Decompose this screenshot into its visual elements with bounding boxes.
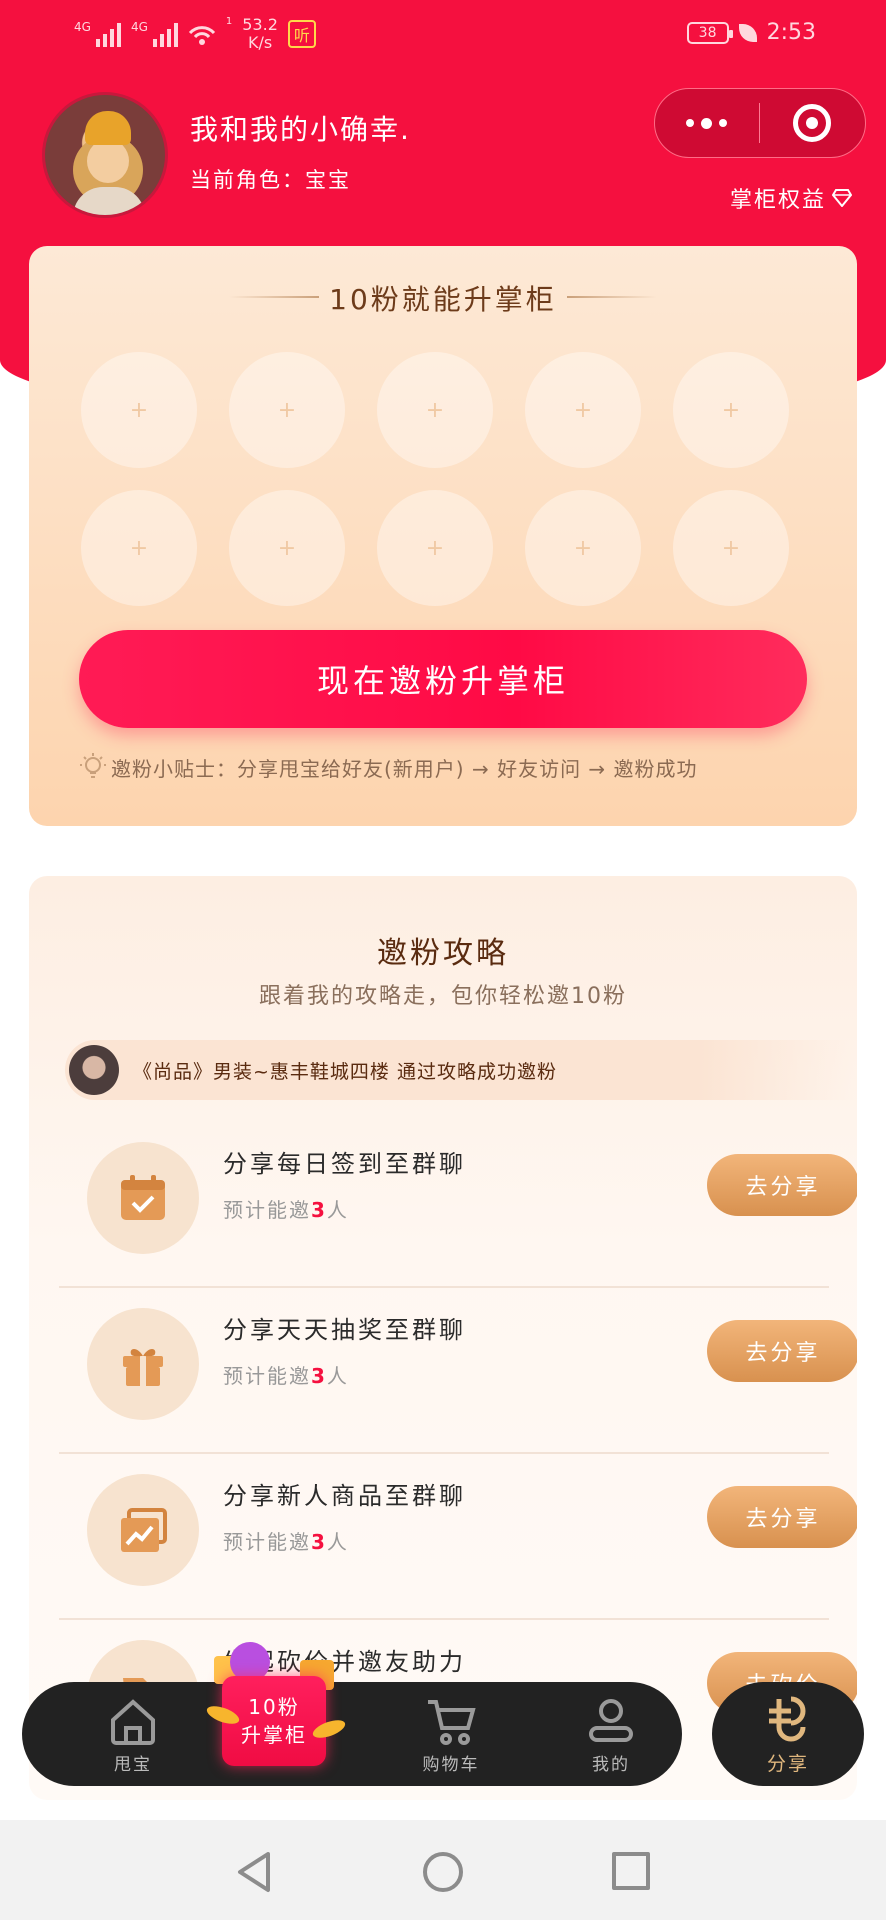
- invite-count: 3: [311, 1364, 327, 1388]
- net-speed: 53.2 K/s: [242, 15, 278, 52]
- fan-slot[interactable]: +: [673, 490, 789, 606]
- diamond-icon: [832, 189, 852, 207]
- fan-slot[interactable]: +: [229, 490, 345, 606]
- promo-line2: 升掌柜: [241, 1723, 307, 1747]
- home-circle-icon[interactable]: [423, 1852, 463, 1892]
- task-desc: 预计能邀3人: [223, 1198, 349, 1222]
- share-fab[interactable]: 分享: [712, 1682, 864, 1786]
- fan-slot[interactable]: +: [525, 352, 641, 468]
- fan-slot[interactable]: +: [377, 352, 493, 468]
- bottom-nav: 甩宝 10粉 升掌柜 购物车 我的: [22, 1642, 682, 1786]
- nav-mine-label: 我的: [592, 1754, 630, 1775]
- wifi-icon: [188, 21, 216, 47]
- invite-count: 3: [311, 1530, 327, 1554]
- share-button[interactable]: 去分享: [707, 1154, 857, 1216]
- invite-card: 10粉就能升掌柜 + + + + + + + + + + 现在邀粉升掌柜 邀粉小…: [29, 246, 857, 826]
- more-icon[interactable]: [655, 89, 759, 157]
- clock: 2:53: [766, 20, 816, 45]
- lightbulb-icon: [80, 753, 106, 778]
- task-item: 分享新人商品至群聊 预计能邀3人 去分享: [59, 1454, 857, 1620]
- fan-slot[interactable]: +: [229, 352, 345, 468]
- share-logo-icon: [769, 1696, 806, 1741]
- user-icon: [589, 1698, 633, 1742]
- signal-icon: 4G: [74, 21, 121, 47]
- cart-icon: [428, 1699, 476, 1745]
- calendar-icon: [87, 1142, 199, 1254]
- task-title: 分享新人商品至群聊: [223, 1482, 466, 1510]
- nav-cart[interactable]: 购物车: [396, 1682, 506, 1786]
- wifi-sup: 1: [225, 16, 233, 27]
- strategy-card: 邀粉攻略 跟着我的攻略走，包你轻松邀10粉 《尚品》男装~惠丰鞋城四楼 通过攻略…: [29, 876, 857, 1800]
- share-button[interactable]: 去分享: [707, 1320, 857, 1382]
- gift-icon: [87, 1308, 199, 1420]
- invite-tip: 邀粉小贴士：分享甩宝给好友(新用户) → 好友访问 → 邀粉成功: [79, 752, 819, 782]
- user-name: 我和我的小确幸.: [190, 113, 411, 146]
- fan-slot[interactable]: +: [81, 490, 197, 606]
- system-nav-bar: [0, 1820, 886, 1920]
- fan-slots: + + + + + + + + + +: [81, 352, 805, 606]
- share-label: 分享: [766, 1752, 809, 1775]
- current-role: 当前角色：宝宝: [190, 168, 351, 192]
- avatar[interactable]: [42, 92, 168, 218]
- nav-mine[interactable]: 我的: [556, 1682, 666, 1786]
- fan-slot[interactable]: +: [525, 490, 641, 606]
- task-title: 分享每日签到至群聊: [223, 1150, 466, 1178]
- fan-slot[interactable]: +: [81, 352, 197, 468]
- nav-home[interactable]: 甩宝: [78, 1682, 188, 1786]
- benefits-label: 掌柜权益: [729, 188, 826, 213]
- nav-home-label: 甩宝: [114, 1754, 152, 1775]
- home-icon: [111, 1698, 155, 1745]
- strategy-title: 邀粉攻略: [377, 936, 509, 971]
- task-item: 分享每日签到至群聊 预计能邀3人 去分享: [59, 1122, 857, 1288]
- back-icon[interactable]: [234, 1850, 274, 1894]
- tip-text: 邀粉小贴士：分享甩宝给好友(新用户) → 好友访问 → 邀粉成功: [111, 756, 698, 781]
- task-desc: 预计能邀3人: [223, 1364, 349, 1388]
- fan-slot[interactable]: +: [377, 490, 493, 606]
- ticker-text: 《尚品》男装~惠丰鞋城四楼 通过攻略成功邀粉: [133, 1060, 557, 1083]
- invite-now-button[interactable]: 现在邀粉升掌柜: [79, 630, 807, 728]
- battery-icon: 38: [686, 21, 733, 44]
- shopkeeper-benefits-link[interactable]: 掌柜权益: [730, 182, 852, 214]
- invite-count: 3: [311, 1198, 327, 1222]
- recent-apps-icon[interactable]: [612, 1852, 650, 1890]
- mini-program-capsule: [654, 88, 866, 158]
- listen-badge-icon: 听: [287, 20, 316, 48]
- nav-cart-label: 购物车: [422, 1754, 480, 1775]
- leaf-icon: [738, 23, 757, 42]
- ticker-avatar: [69, 1045, 119, 1095]
- task-desc: 预计能邀3人: [223, 1530, 349, 1554]
- fan-slot[interactable]: +: [673, 352, 789, 468]
- task-item: 分享天天抽奖至群聊 预计能邀3人 去分享: [59, 1288, 857, 1454]
- strategy-subtitle: 跟着我的攻略走，包你轻松邀10粉: [259, 984, 627, 1009]
- product-chart-icon: [87, 1474, 199, 1586]
- network-type-label: 4G: [130, 20, 148, 34]
- signal-icon: 4G: [131, 21, 178, 47]
- network-type-label: 4G: [74, 20, 91, 34]
- promo-line1: 10粉: [248, 1695, 300, 1719]
- status-bar: 4G 4G 1 53.2 K/s 听 38 2:53: [0, 0, 886, 70]
- success-ticker: 《尚品》男装~惠丰鞋城四楼 通过攻略成功邀粉: [65, 1040, 855, 1100]
- invite-card-title: 10粉就能升掌柜: [29, 278, 857, 318]
- share-button[interactable]: 去分享: [707, 1486, 857, 1548]
- close-target-icon[interactable]: [760, 89, 866, 157]
- task-title: 分享天天抽奖至群聊: [223, 1316, 466, 1344]
